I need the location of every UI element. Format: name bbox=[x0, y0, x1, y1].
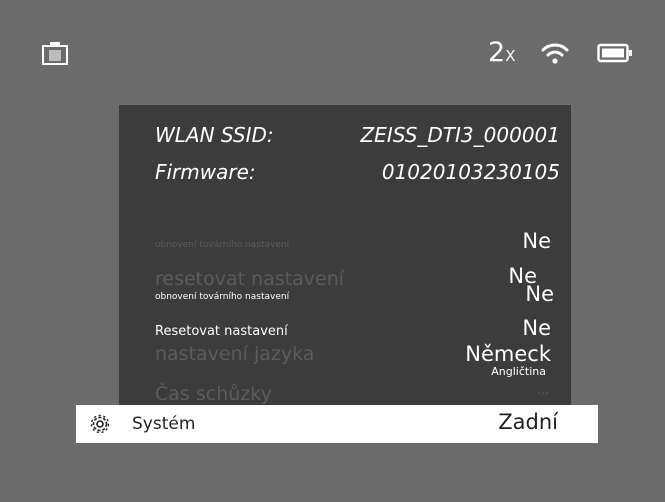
selected-item-label: Systém bbox=[132, 414, 196, 434]
reset-settings-value: Ne bbox=[522, 316, 551, 340]
selected-item-value: Zadní bbox=[498, 410, 558, 434]
factory-reset-value: Ne bbox=[525, 282, 554, 306]
meeting-time-value: ... bbox=[536, 383, 549, 398]
zoom-unit: X bbox=[505, 47, 516, 65]
settings-panel: WLAN SSID: ZEISS_DTI3_000001 Firmware: 0… bbox=[119, 105, 571, 407]
zoom-indicator: 2X bbox=[488, 38, 515, 71]
language-settings-value: Německ bbox=[465, 342, 551, 366]
gear-icon bbox=[90, 414, 110, 434]
language-settings-label[interactable]: nastavení jazyka bbox=[155, 343, 314, 365]
factory-reset-value-faded: Ne bbox=[522, 229, 551, 253]
camera-icon bbox=[42, 42, 68, 65]
wifi-icon bbox=[541, 43, 569, 64]
zoom-value: 2 bbox=[488, 37, 506, 68]
firmware-label: Firmware: bbox=[155, 160, 256, 184]
factory-reset-label[interactable]: obnovení továrního nastavení bbox=[155, 292, 289, 302]
selected-menu-item-system[interactable]: Systém Zadní bbox=[76, 405, 598, 443]
meeting-time-label[interactable]: Čas schůzky bbox=[155, 383, 272, 405]
reset-settings-label-faded[interactable]: resetovat nastavení bbox=[155, 268, 344, 290]
status-bar: 2X bbox=[0, 0, 665, 68]
firmware-value: 01020103230105 bbox=[381, 160, 560, 184]
language-settings-sub-value: Angličtina bbox=[491, 365, 546, 378]
battery-icon bbox=[597, 43, 632, 63]
wlan-ssid-label: WLAN SSID: bbox=[155, 123, 274, 147]
reset-settings-label[interactable]: Resetovat nastavení bbox=[155, 324, 288, 339]
factory-reset-label-faded[interactable]: obnovení továrního nastavení bbox=[155, 240, 289, 250]
wlan-ssid-value: ZEISS_DTI3_000001 bbox=[360, 123, 560, 147]
